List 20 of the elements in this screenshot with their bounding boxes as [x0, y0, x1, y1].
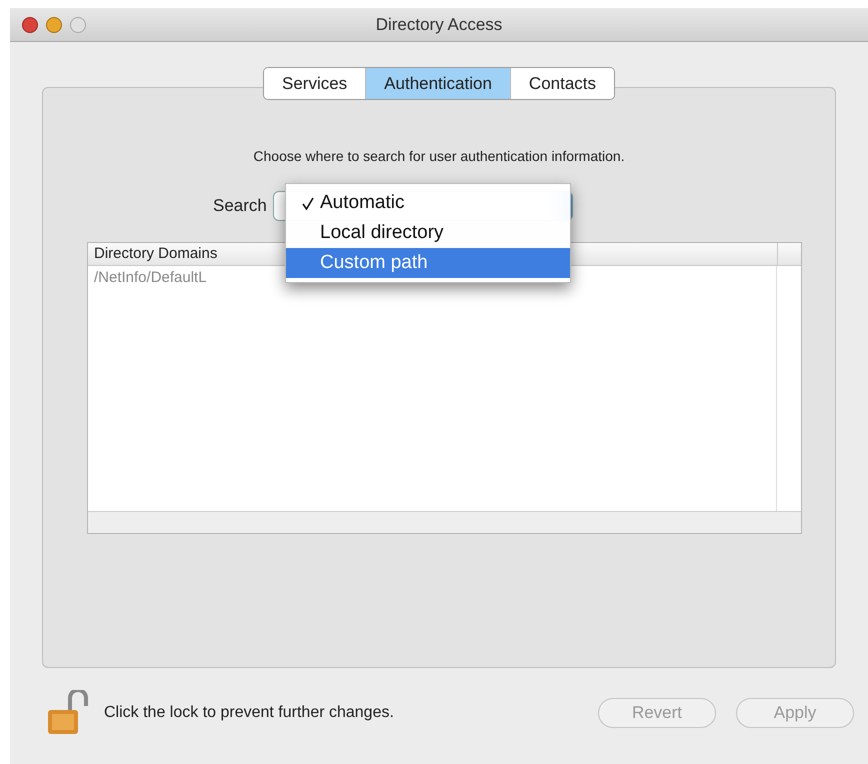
window-title: Directory Access — [376, 14, 502, 36]
lock-hint-text: Click the lock to prevent further changes. — [104, 703, 394, 723]
menu-item-label: Local directory — [320, 220, 444, 245]
close-icon[interactable] — [22, 16, 38, 32]
tab[interactable]: Authentication — [365, 68, 510, 99]
menu-item[interactable]: Local directory — [286, 218, 570, 248]
menu-item-label: Automatic — [320, 190, 404, 215]
table-cell-text: /NetInfo/DefaultL — [93, 268, 208, 288]
menu-item[interactable]: Automatic — [286, 188, 570, 218]
checkmark-icon — [302, 196, 314, 210]
scroll-bar[interactable] — [88, 511, 801, 533]
search-label: Search — [213, 195, 267, 218]
column-header[interactable]: Directory Domains — [88, 243, 224, 265]
minimize-icon[interactable] — [46, 16, 62, 32]
menu-item-label: Custom path — [320, 250, 428, 275]
zoom-icon[interactable] — [70, 16, 86, 32]
instruction-text: Choose where to search for user authentication information. — [253, 147, 625, 166]
open-lock-icon[interactable] — [46, 690, 90, 736]
menu-item[interactable]: Custom path — [286, 248, 570, 278]
tab[interactable]: Contacts — [510, 68, 614, 99]
